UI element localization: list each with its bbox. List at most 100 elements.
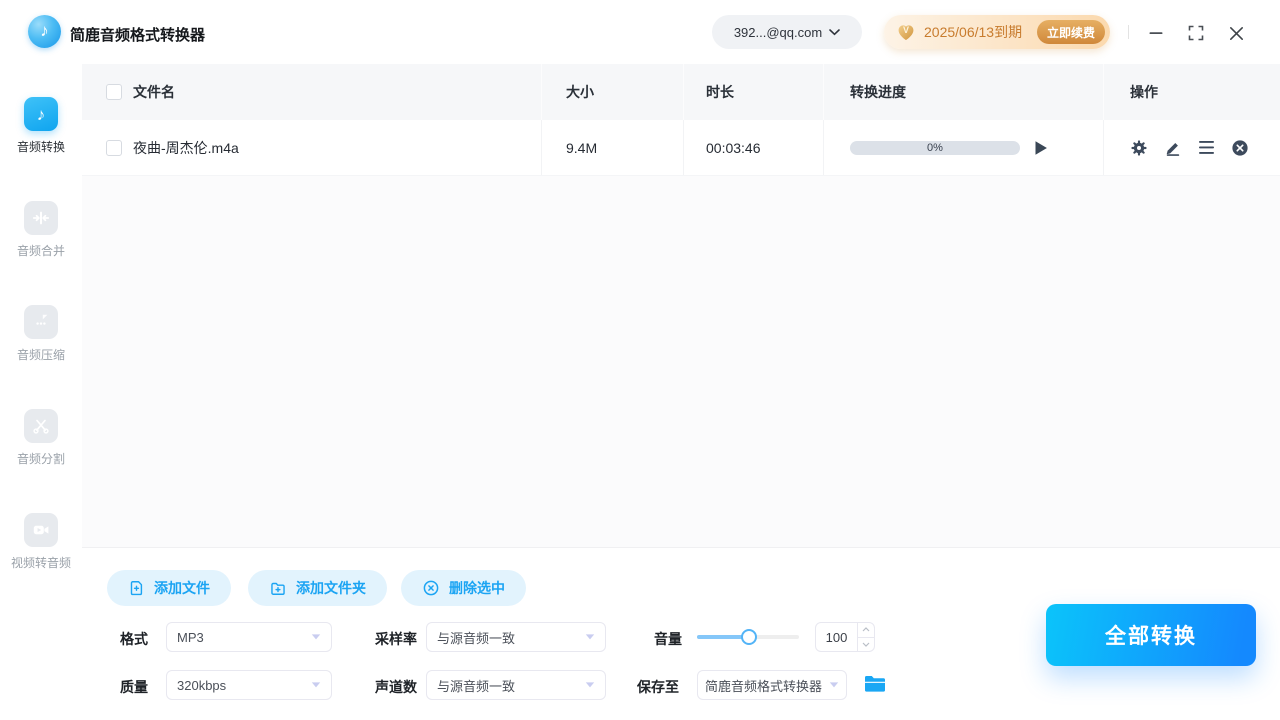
fullscreen-icon bbox=[1188, 25, 1204, 41]
maximize-button[interactable] bbox=[1186, 23, 1206, 43]
chevron-down-icon bbox=[862, 642, 870, 647]
column-header-progress: 转换进度 bbox=[850, 84, 906, 100]
delete-row-button[interactable] bbox=[1231, 139, 1249, 157]
quality-label: 质量 bbox=[120, 679, 148, 695]
volume-slider[interactable] bbox=[697, 629, 799, 645]
convert-all-button[interactable]: 全部转换 bbox=[1046, 604, 1256, 666]
close-icon bbox=[1229, 26, 1243, 40]
sidebar-item-label: 音频转换 bbox=[16, 140, 65, 154]
account-dropdown[interactable]: 392...@qq.com bbox=[712, 15, 862, 49]
circle-x-icon bbox=[1232, 139, 1248, 156]
sidebar-item-video-to-audio[interactable]: 视频转音频 bbox=[0, 513, 82, 571]
vip-crown-icon: V bbox=[896, 22, 916, 42]
save-to-value: 简鹿音频格式转换器 bbox=[705, 678, 823, 694]
table-header: 文件名 大小 时长 转换进度 操作 bbox=[82, 64, 1280, 120]
topbar: ♪ 简鹿音频格式转换器 392...@qq.com V 2025/06/13到期… bbox=[0, 0, 1280, 64]
pencil-icon bbox=[1166, 142, 1180, 156]
column-header-size: 大小 bbox=[566, 84, 594, 100]
scissors-icon bbox=[24, 409, 58, 443]
merge-icon bbox=[24, 201, 58, 235]
sidebar-item-audio-convert[interactable]: ♪ 音频转换 bbox=[0, 97, 82, 155]
circle-x-outline-icon bbox=[423, 580, 439, 596]
chevron-up-icon bbox=[862, 627, 870, 632]
account-label: 392...@qq.com bbox=[733, 24, 823, 40]
progress-percent: 0% bbox=[927, 141, 943, 154]
save-to-label: 保存至 bbox=[637, 679, 679, 695]
dropdown-arrow-icon bbox=[311, 682, 321, 688]
file-name: 夜曲-周杰伦.m4a bbox=[133, 139, 239, 156]
chevron-down-icon bbox=[829, 28, 840, 35]
format-select[interactable]: MP3 bbox=[166, 622, 332, 652]
sidebar-item-label: 音频分割 bbox=[16, 452, 65, 466]
app-window: { "app": { "title": "简鹿音频格式转换器" }, "topb… bbox=[0, 0, 1280, 720]
play-button[interactable] bbox=[1034, 140, 1048, 156]
add-file-label: 添加文件 bbox=[154, 580, 210, 596]
sample-rate-select[interactable]: 与源音频一致 bbox=[426, 622, 606, 652]
vip-badge: V 2025/06/13到期 立即续费 bbox=[884, 15, 1110, 49]
delete-selected-button[interactable]: 删除选中 bbox=[401, 570, 526, 606]
renew-button[interactable]: 立即续费 bbox=[1036, 20, 1105, 44]
sample-rate-value: 与源音频一致 bbox=[437, 630, 516, 646]
spinner-down-button[interactable] bbox=[858, 636, 874, 652]
sidebar-item-audio-split[interactable]: 音频分割 bbox=[0, 409, 82, 467]
table-row: 夜曲-周杰伦.m4a 9.4M 00:03:46 0% bbox=[82, 120, 1280, 176]
app-title: 简鹿音频格式转换器 bbox=[70, 27, 206, 44]
save-to-select[interactable]: 简鹿音频格式转换器 bbox=[697, 670, 847, 700]
video-camera-icon bbox=[24, 513, 58, 547]
menu-icon bbox=[1199, 141, 1214, 154]
file-size: 9.4M bbox=[566, 139, 598, 156]
edit-button[interactable] bbox=[1164, 139, 1182, 157]
minimize-icon bbox=[1149, 32, 1163, 34]
gear-icon bbox=[1131, 139, 1147, 156]
dropdown-arrow-icon bbox=[311, 634, 321, 640]
details-button[interactable] bbox=[1198, 140, 1215, 155]
column-header-duration: 时长 bbox=[706, 84, 734, 100]
progress-bar: 0% bbox=[850, 140, 1020, 155]
dropdown-arrow-icon bbox=[829, 682, 839, 688]
minimize-button[interactable] bbox=[1146, 23, 1166, 43]
compress-icon bbox=[24, 305, 58, 339]
file-plus-icon bbox=[130, 581, 143, 596]
dropdown-arrow-icon bbox=[585, 634, 595, 640]
column-header-actions: 操作 bbox=[1130, 84, 1158, 100]
play-icon bbox=[1035, 140, 1047, 155]
volume-value: 100 bbox=[825, 629, 848, 645]
music-note-icon: ♪ bbox=[24, 97, 58, 131]
quality-select[interactable]: 320kbps bbox=[166, 670, 332, 700]
add-folder-label: 添加文件夹 bbox=[296, 580, 366, 596]
format-label: 格式 bbox=[120, 631, 148, 647]
open-folder-button[interactable] bbox=[864, 674, 886, 694]
settings-button[interactable] bbox=[1130, 139, 1148, 157]
add-file-button[interactable]: 添加文件 bbox=[107, 570, 231, 606]
volume-spinner bbox=[857, 623, 874, 651]
column-header-name: 文件名 bbox=[133, 84, 175, 100]
channels-value: 与源音频一致 bbox=[437, 678, 516, 694]
folder-plus-icon bbox=[271, 582, 285, 595]
sidebar-item-audio-compress[interactable]: 音频压缩 bbox=[0, 305, 82, 363]
sidebar-item-label: 音频压缩 bbox=[16, 348, 65, 362]
sidebar-item-label: 音频合并 bbox=[16, 244, 65, 258]
row-checkbox[interactable] bbox=[106, 139, 122, 156]
select-all-checkbox[interactable] bbox=[106, 84, 122, 100]
volume-slider-thumb[interactable] bbox=[741, 629, 757, 645]
format-value: MP3 bbox=[177, 629, 204, 645]
sidebar-item-label: 视频转音频 bbox=[10, 556, 71, 570]
vip-expiry-date: 2025/06/13到期 bbox=[924, 24, 1023, 40]
sidebar-item-audio-merge[interactable]: 音频合并 bbox=[0, 201, 82, 259]
sidebar: ♪ 音频转换 音频合并 音频压缩 音频分割 视频转音频 bbox=[0, 64, 82, 720]
spinner-up-button[interactable] bbox=[858, 623, 874, 637]
dropdown-arrow-icon bbox=[585, 682, 595, 688]
volume-input[interactable]: 100 bbox=[815, 622, 875, 652]
channels-select[interactable]: 与源音频一致 bbox=[426, 670, 606, 700]
volume-label: 音量 bbox=[654, 631, 682, 647]
folder-icon bbox=[865, 676, 885, 692]
sample-rate-label: 采样率 bbox=[375, 631, 417, 647]
window-controls-divider bbox=[1128, 25, 1129, 39]
file-duration: 00:03:46 bbox=[706, 139, 761, 156]
app-logo-icon: ♪ bbox=[28, 15, 61, 48]
close-button[interactable] bbox=[1226, 23, 1246, 43]
add-folder-button[interactable]: 添加文件夹 bbox=[248, 570, 387, 606]
delete-selected-label: 删除选中 bbox=[449, 580, 505, 596]
file-drop-area[interactable] bbox=[82, 176, 1280, 548]
quality-value: 320kbps bbox=[177, 677, 227, 693]
